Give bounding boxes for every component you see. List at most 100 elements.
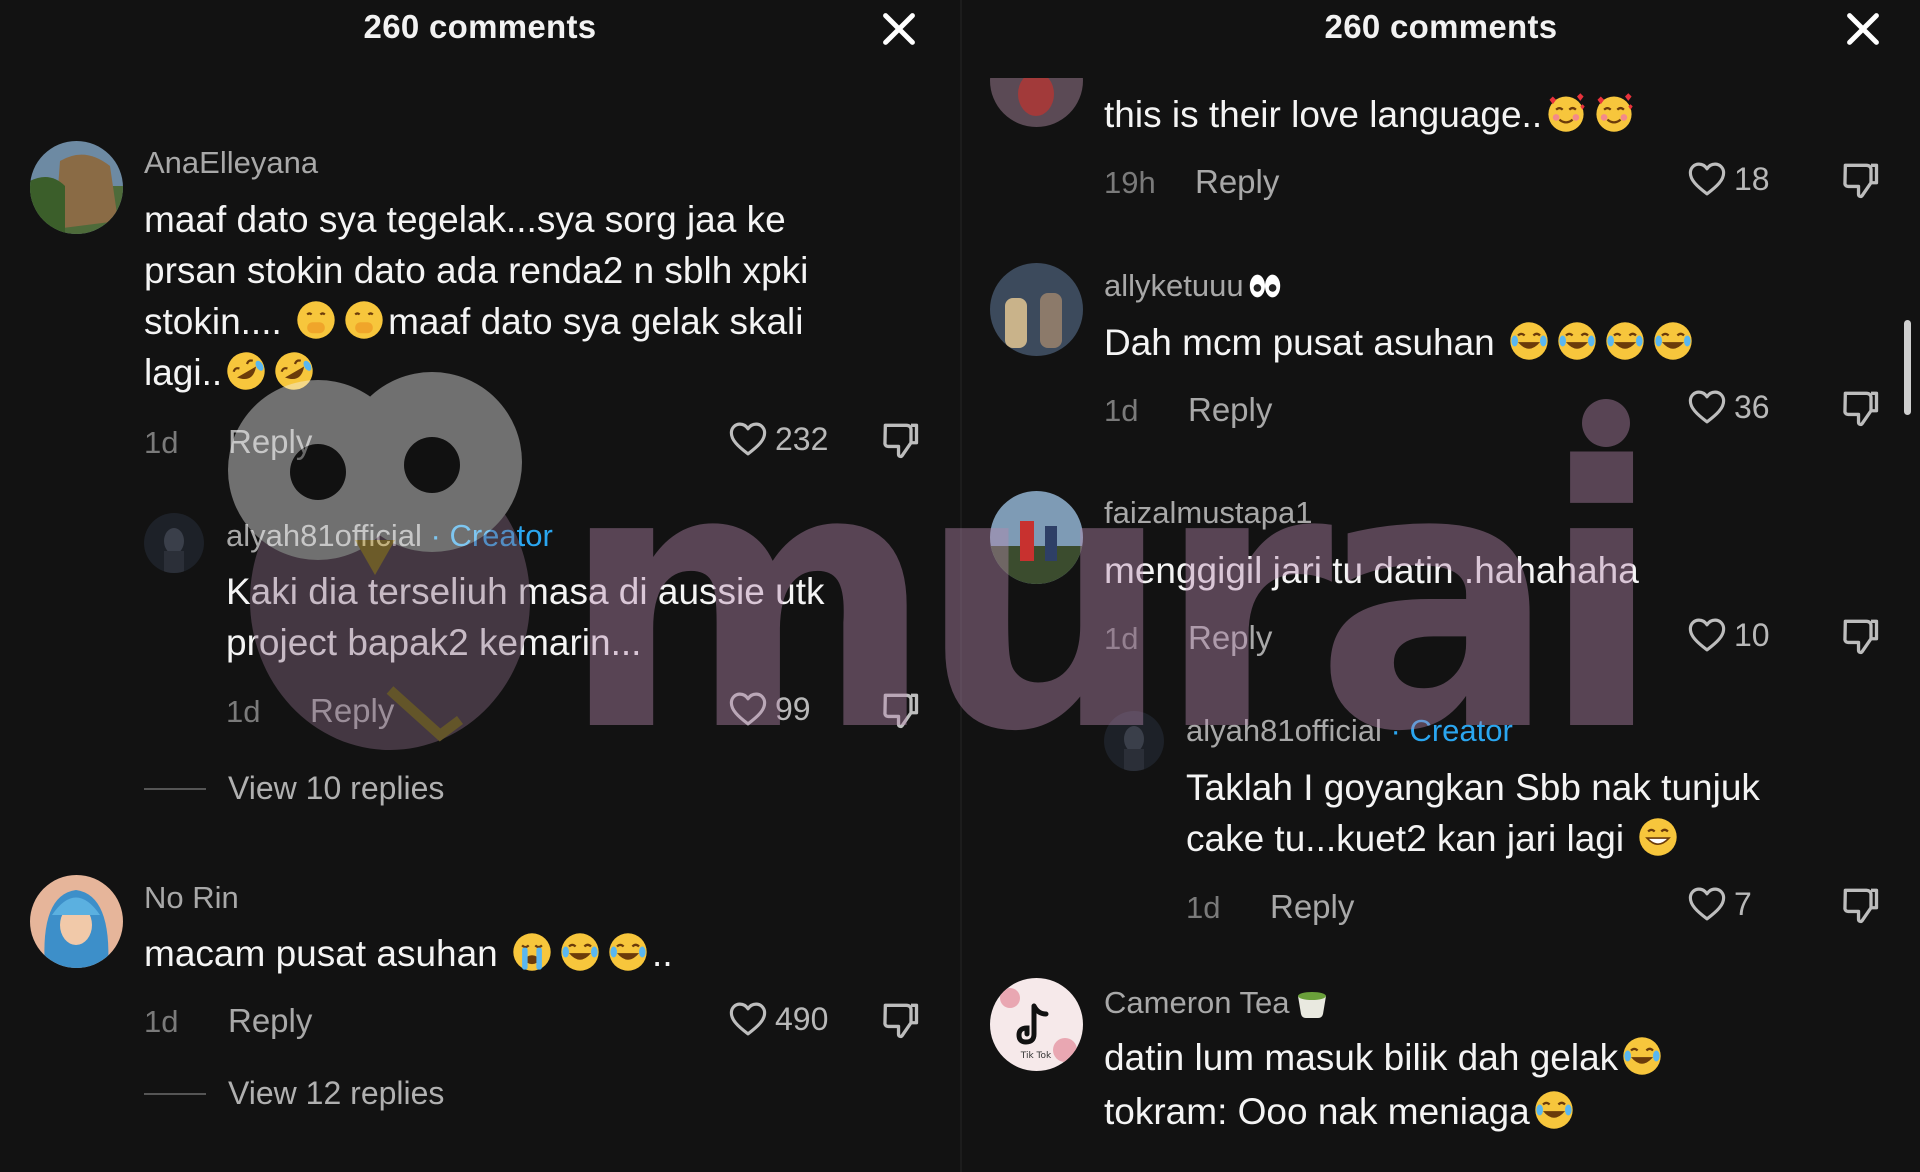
username-text: alyah81official: [1186, 713, 1382, 748]
comment-text-line: Taklah I goyangkan Sbb nak tunjuk: [1186, 767, 1760, 808]
emoji-laugh-cry-icon: [1555, 319, 1599, 363]
reply-button[interactable]: Reply: [228, 1002, 312, 1040]
comment-text-line: tokram: Ooo nak meniaga: [1104, 1085, 1884, 1139]
comment-text-segment: tokram: Ooo nak meniaga: [1104, 1091, 1530, 1132]
comment-text-line: maaf dato sya tegelak...sya sorg jaa ke: [144, 199, 786, 240]
dislike-icon[interactable]: [1838, 386, 1882, 430]
comment-username[interactable]: AnaElleyana: [144, 145, 318, 181]
avatar[interactable]: [990, 491, 1083, 584]
like-count: 232: [775, 420, 829, 457]
comment-username[interactable]: Cameron Tea: [1104, 982, 1334, 1022]
reply-button[interactable]: Reply: [1270, 888, 1354, 926]
comment-text-line: lagi..: [144, 347, 904, 398]
like-count: 99: [775, 690, 811, 727]
like-button[interactable]: 18: [1686, 158, 1770, 200]
emoji-laugh-cry-icon: [1603, 319, 1647, 363]
comment-text: Dah mcm pusat asuhan: [1104, 317, 1884, 368]
comment-username[interactable]: No Rin: [144, 880, 239, 916]
dislike-icon[interactable]: [878, 418, 922, 462]
heart-icon: [1686, 386, 1728, 428]
reply-button[interactable]: Reply: [310, 692, 394, 730]
comment-username[interactable]: allyketuuu: [1104, 267, 1286, 305]
comment-text-segment: this is their love language..: [1104, 94, 1543, 135]
like-button[interactable]: 36: [1686, 386, 1770, 428]
reply-button[interactable]: Reply: [1195, 163, 1279, 201]
comment-text-line: prsan stokin dato ada renda2 n sblh xpki: [144, 250, 809, 291]
emoji-laugh-cry-icon: [606, 930, 650, 974]
creator-badge: · Creator: [421, 518, 553, 553]
heart-icon: [1686, 883, 1728, 925]
reply-button[interactable]: Reply: [1188, 391, 1272, 429]
comment-username[interactable]: alyah81official · Creator: [226, 518, 553, 554]
dislike-icon[interactable]: [1838, 883, 1882, 927]
view-replies-button[interactable]: View 10 replies: [144, 770, 444, 807]
comment-text-line: stokin.... maaf dato sya gelak skali: [144, 296, 904, 347]
avatar[interactable]: [1104, 711, 1164, 771]
emoji-hand-over-mouth-icon: [294, 298, 338, 342]
avatar[interactable]: Tik Tok: [990, 978, 1083, 1071]
comment-timestamp: 1d: [226, 694, 261, 729]
heart-icon: [727, 998, 769, 1040]
dislike-icon[interactable]: [878, 998, 922, 1042]
comment-text: this is their love language..: [1104, 89, 1884, 140]
emoji-laugh-cry-icon: [558, 930, 602, 974]
comment-timestamp: 19h: [1104, 165, 1156, 200]
avatar[interactable]: [990, 263, 1083, 356]
comment-username[interactable]: alyah81official · Creator: [1186, 713, 1513, 749]
username-text: Cameron Tea: [1104, 985, 1290, 1020]
comment-text-segment: Dah mcm pusat asuhan: [1104, 322, 1495, 363]
like-button[interactable]: 490: [727, 998, 828, 1040]
emoji-smiling-hearts-icon: [1592, 91, 1636, 135]
reply-button[interactable]: Reply: [1188, 619, 1272, 657]
like-count: 7: [1734, 885, 1752, 922]
comment-timestamp: 1d: [144, 425, 179, 460]
avatar[interactable]: [30, 141, 123, 234]
emoji-laugh-cry-icon: [1651, 319, 1695, 363]
avatar[interactable]: [144, 513, 204, 573]
emoji-smiling-hearts-icon: [1544, 91, 1588, 135]
like-count: 18: [1734, 160, 1770, 197]
comment-text-segment: cake tu...kuet2 kan jari lagi: [1186, 818, 1625, 859]
username-text: allyketuuu: [1104, 268, 1244, 303]
emoji-laugh-cry-icon: [1620, 1034, 1664, 1078]
screenshot-canvas: 260 comments AnaElleyana maaf dato sya t…: [0, 0, 1920, 1172]
like-button[interactable]: 7: [1686, 883, 1752, 925]
like-button[interactable]: 232: [727, 418, 828, 460]
dislike-icon[interactable]: [1838, 158, 1882, 202]
like-button[interactable]: 10: [1686, 614, 1770, 656]
comment-timestamp: 1d: [144, 1004, 179, 1039]
dislike-icon[interactable]: [878, 688, 922, 732]
avatar-label: Tik Tok: [1020, 1051, 1052, 1061]
comment-text-segment: macam pusat asuhan: [144, 933, 498, 974]
comment-timestamp: 1d: [1186, 890, 1221, 925]
comment-text-segment: stokin....: [144, 301, 282, 342]
comment-text-segment: lagi..: [144, 352, 223, 393]
view-replies-button[interactable]: View 12 replies: [144, 1075, 444, 1112]
avatar[interactable]: [30, 875, 123, 968]
comment-username[interactable]: faizalmustapa1: [1104, 495, 1313, 531]
comments-panel-left: 260 comments AnaElleyana maaf dato sya t…: [0, 0, 960, 1172]
heart-icon: [1686, 614, 1728, 656]
comments-count-title: 260 comments: [363, 8, 597, 45]
comment-text-segment: datin lum masuk bilik dah gelak: [1104, 1037, 1619, 1078]
scrollbar-thumb[interactable]: [1904, 320, 1911, 415]
view-replies-line: [144, 787, 206, 790]
like-count: 36: [1734, 388, 1770, 425]
dislike-icon[interactable]: [1838, 614, 1882, 658]
heart-icon: [727, 418, 769, 460]
comment-text-line: project bapak2 kemarin...: [226, 622, 642, 663]
username-text: alyah81official: [226, 518, 422, 553]
comments-panel-right: 260 comments 260 comments this is their …: [962, 0, 1920, 1172]
close-icon[interactable]: [1840, 6, 1886, 52]
comment-text: maaf dato sya tegelak...sya sorg jaa ke …: [144, 194, 904, 398]
comment-text: menggigil jari tu datin .hahahaha: [1104, 550, 1639, 591]
view-replies-label: View 12 replies: [228, 1075, 445, 1111]
reply-button[interactable]: Reply: [228, 423, 312, 461]
comment-text-line: datin lum masuk bilik dah gelak: [1104, 1031, 1884, 1085]
like-button[interactable]: 99: [727, 688, 811, 730]
view-replies-label: View 10 replies: [228, 770, 445, 806]
creator-badge: · Creator: [1381, 713, 1513, 748]
close-icon[interactable]: [876, 6, 922, 52]
emoji-hand-over-mouth-icon: [342, 298, 386, 342]
comment-text: macam pusat asuhan ..: [144, 928, 904, 979]
